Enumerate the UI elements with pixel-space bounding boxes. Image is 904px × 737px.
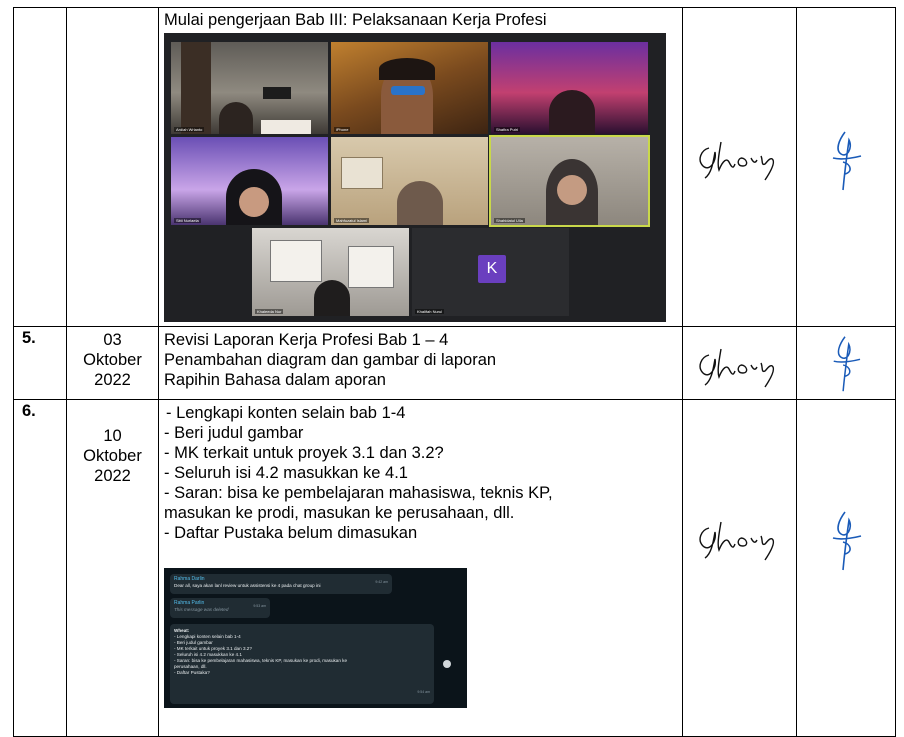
student-signature-cell bbox=[796, 326, 896, 400]
student-signature-cell bbox=[796, 7, 896, 327]
row-number-cell: 5. bbox=[13, 326, 67, 400]
scroll-button-icon bbox=[443, 660, 451, 668]
chat-text: Wheat: bbox=[174, 628, 190, 633]
activity-line: - MK terkait untuk proyek 3.1 dan 3.2? bbox=[164, 444, 444, 462]
chat-message: Wheat: - Lengkapi konten selain bab 1-4 … bbox=[170, 624, 434, 704]
video-tile: Mahfuzatul Islami bbox=[331, 137, 488, 225]
participant-name: Ardiah Wrianto bbox=[174, 127, 205, 132]
participant-name: iPhone bbox=[334, 127, 351, 132]
table-row: Mulai pengerjaan Bab III: Pelaksanaan Ke… bbox=[13, 7, 896, 327]
whatsapp-chat-screenshot: Rahma Darlin Dear all, saya akan lanl re… bbox=[164, 568, 467, 708]
activity-line: - Daftar Pustaka belum dimasukan bbox=[164, 524, 418, 542]
table-row: 6. 10 Oktober 2022 - Lengkapi konten sel… bbox=[13, 399, 896, 737]
video-tile: iPhone bbox=[331, 42, 488, 134]
activity-line: masukan ke prodi, masukan ke perusahaan,… bbox=[164, 504, 515, 522]
activity-line: - Beri judul gambar bbox=[164, 424, 304, 442]
consultation-log-table: Mulai pengerjaan Bab III: Pelaksanaan Ke… bbox=[13, 7, 896, 737]
supervisor-signature-cell bbox=[682, 326, 797, 400]
zoom-meeting-screenshot: Ardiah Wrianto iPhone Shafira Putri Sitt… bbox=[164, 33, 666, 322]
video-tile: Khaleeda Nur bbox=[252, 228, 409, 316]
activity-line: Revisi Laporan Kerja Profesi Bab 1 – 4 bbox=[164, 331, 449, 349]
activity-cell: Revisi Laporan Kerja Profesi Bab 1 – 4 P… bbox=[158, 326, 683, 400]
participant-name: Shahidatul Ulla bbox=[494, 218, 525, 223]
chat-text: - Daftar Pustaka? bbox=[174, 670, 210, 675]
handwritten-signature-icon bbox=[699, 521, 775, 561]
date-day: 03 bbox=[103, 331, 122, 349]
row-number-cell bbox=[13, 7, 67, 327]
date-cell bbox=[66, 7, 159, 327]
chat-sender: Rahma Darlin bbox=[174, 576, 205, 582]
row-number-cell: 6. bbox=[13, 399, 67, 737]
video-tile: Shafira Putri bbox=[491, 42, 648, 134]
table-row: 5. 03 Oktober 2022 Revisi Laporan Kerja … bbox=[13, 326, 896, 400]
handwritten-signature-icon bbox=[832, 131, 862, 191]
chat-message: Rahma Darlin Dear all, saya akan lanl re… bbox=[170, 574, 392, 594]
document-page: Mulai pengerjaan Bab III: Pelaksanaan Ke… bbox=[0, 0, 904, 737]
activity-cell: - Lengkapi konten selain bab 1-4 - Beri … bbox=[158, 399, 683, 737]
supervisor-signature-cell bbox=[682, 399, 797, 737]
participant-avatar: K bbox=[478, 255, 506, 283]
video-tile: Shahidatul Ulla bbox=[489, 135, 650, 227]
student-signature-cell bbox=[796, 399, 896, 737]
date-month: Oktober bbox=[83, 351, 142, 369]
participant-name: Mahfuzatul Islami bbox=[334, 218, 370, 223]
activity-line: - Seluruh isi 4.2 masukkan ke 4.1 bbox=[164, 464, 408, 482]
activity-line: Penambahan diagram dan gambar di laporan bbox=[164, 351, 497, 369]
chat-time: 9:42 am bbox=[375, 580, 388, 584]
participant-name: Khaleeda Nur bbox=[255, 309, 284, 314]
date-month: Oktober bbox=[83, 447, 142, 465]
chat-time: 9:54 am bbox=[417, 690, 430, 694]
chat-time: 9:53 am bbox=[253, 604, 266, 608]
video-tile: Ardiah Wrianto bbox=[171, 42, 328, 134]
participant-name: Khalifah Nurul bbox=[415, 309, 445, 314]
activity-line: - Lengkapi konten selain bab 1-4 bbox=[166, 404, 406, 422]
date-day: 10 bbox=[103, 427, 122, 445]
handwritten-signature-icon bbox=[833, 336, 861, 392]
activity-line: - Saran: bisa ke pembelajaran mahasiswa,… bbox=[164, 484, 553, 502]
chat-text: Dear all, saya akan lanl review untuk as… bbox=[174, 583, 321, 588]
chat-message: Rahma Parlin This message was deleted 9:… bbox=[170, 598, 270, 618]
supervisor-signature-cell bbox=[682, 7, 797, 327]
date-year: 2022 bbox=[94, 371, 131, 389]
date-cell: 10 Oktober 2022 bbox=[66, 399, 159, 737]
handwritten-signature-icon bbox=[832, 511, 862, 571]
participant-name: Sitti Nurlaela bbox=[174, 218, 201, 223]
date-cell: 03 Oktober 2022 bbox=[66, 326, 159, 400]
video-tile: Sitti Nurlaela bbox=[171, 137, 328, 225]
activity-line: Rapihin Bahasa dalam aporan bbox=[164, 371, 386, 389]
participant-name: Shafira Putri bbox=[494, 127, 521, 132]
handwritten-signature-icon bbox=[699, 141, 775, 181]
activity-cell: Mulai pengerjaan Bab III: Pelaksanaan Ke… bbox=[158, 7, 683, 327]
date-year: 2022 bbox=[94, 467, 131, 485]
activity-line: Mulai pengerjaan Bab III: Pelaksanaan Ke… bbox=[164, 11, 547, 29]
handwritten-signature-icon bbox=[699, 348, 775, 388]
